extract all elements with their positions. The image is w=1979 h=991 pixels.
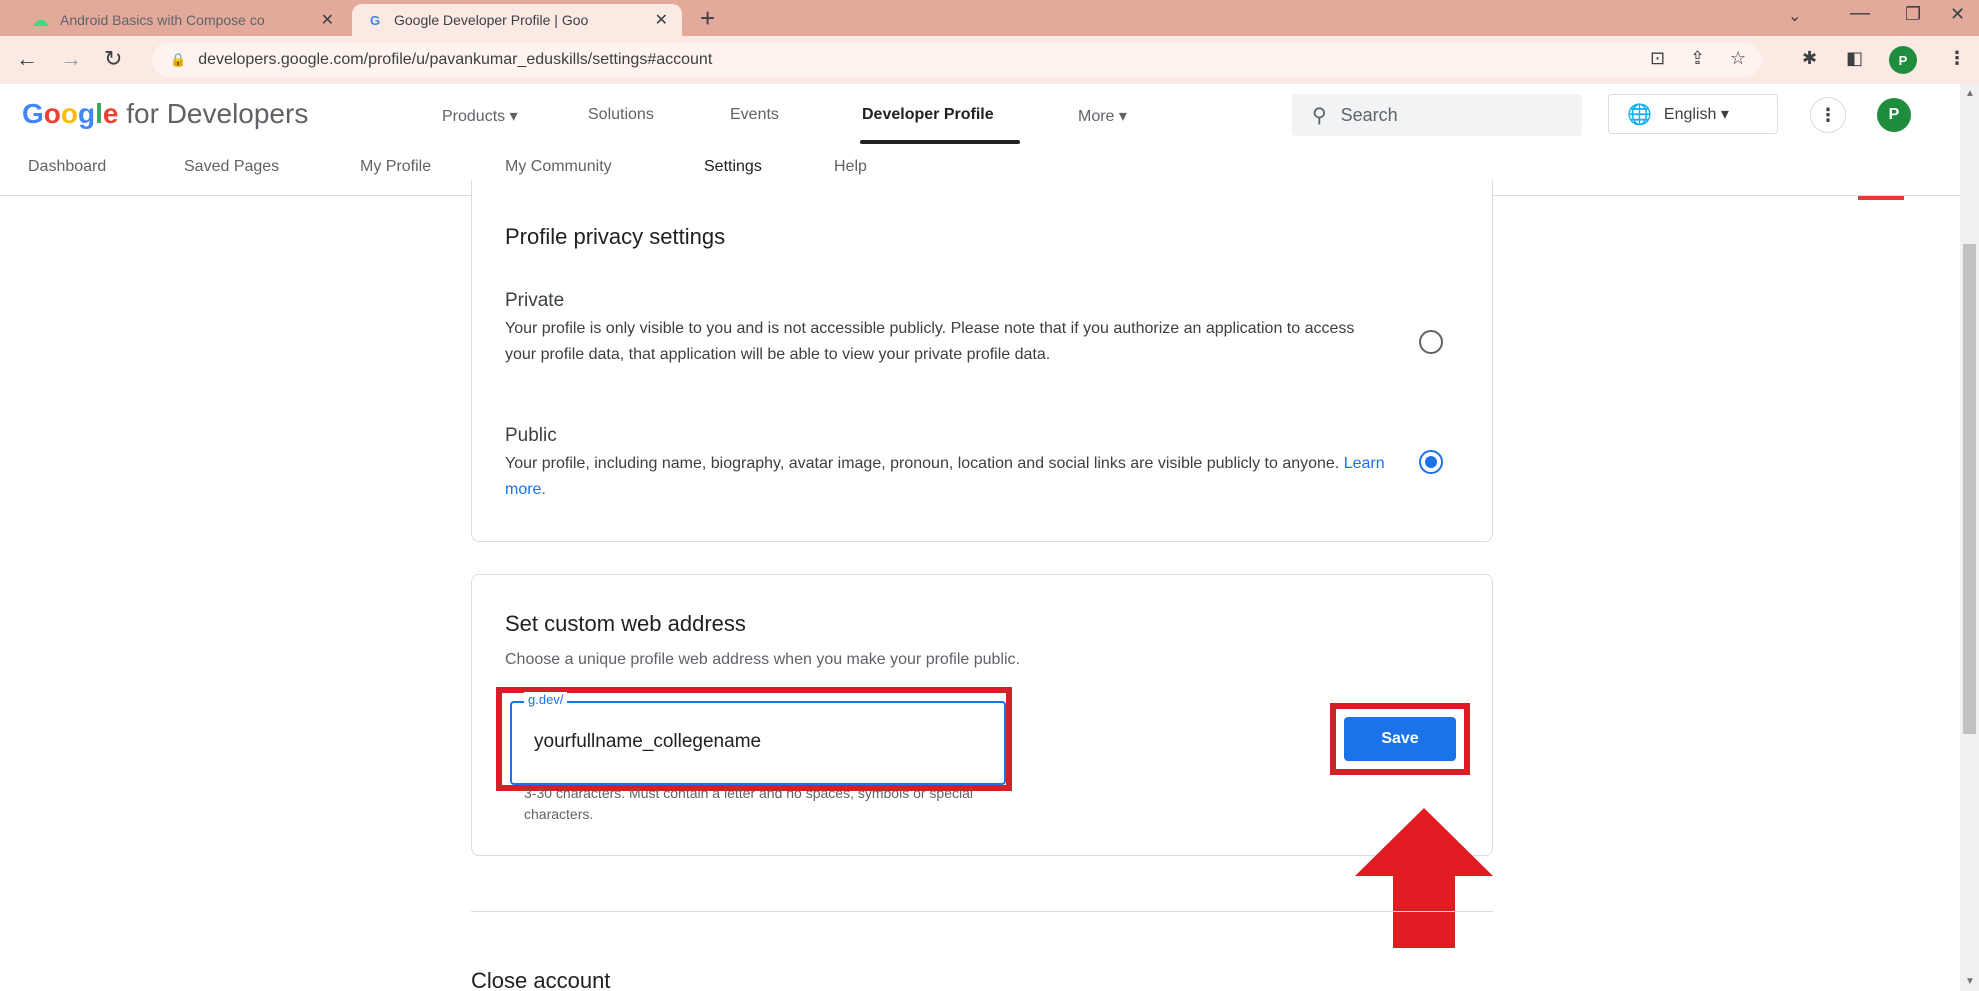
web-address-subtitle: Choose a unique profile web address when… (505, 651, 1020, 668)
web-address-title: Set custom web address (505, 611, 746, 636)
field-value: yourfullname_collegename (534, 731, 762, 752)
forward-arrow-icon[interactable]: → (60, 46, 82, 72)
extensions-icon[interactable]: ✱ (1802, 48, 1817, 69)
restore-icon[interactable]: ❐ (1905, 4, 1921, 25)
reload-icon[interactable]: ↻ (104, 46, 122, 72)
close-tab-icon[interactable]: ✕ (321, 10, 334, 30)
language-value: English ▾ (1663, 106, 1729, 123)
tab-dashboard[interactable]: Dashboard (28, 158, 106, 176)
field-hint: 3-30 characters. Must contain a letter a… (524, 785, 973, 822)
private-radio[interactable] (1419, 330, 1443, 354)
close-tab-icon[interactable]: ✕ (655, 10, 668, 30)
privacy-settings-title: Profile privacy settings (505, 224, 726, 249)
globe-icon: 🌐 (1627, 103, 1652, 126)
search-icon: ⚲ (1312, 104, 1327, 127)
lock-icon: 🔒 (170, 52, 187, 67)
tab-developer-profile[interactable]: G Google Developer Profile | Goo ✕ (352, 4, 682, 36)
public-option-label: Public (505, 425, 557, 446)
page-scrollbar[interactable]: ▲ ▼ (1960, 84, 1979, 991)
field-label: g.dev/ (524, 692, 568, 707)
scroll-up-icon[interactable]: ▲ (1965, 88, 1975, 99)
tab-title: Google Developer Profile | Goo (394, 12, 589, 28)
search-input[interactable]: ⚲ Search (1292, 94, 1582, 136)
android-icon (32, 11, 50, 29)
avatar[interactable]: P (1877, 98, 1911, 132)
back-arrow-icon[interactable]: ← (16, 46, 38, 72)
scroll-thumb[interactable] (1963, 244, 1976, 734)
private-option-label: Private (505, 290, 565, 311)
privacy-settings-card: Profile privacy settings Private Your pr… (471, 180, 1493, 542)
share-icon[interactable]: ⇪ (1690, 48, 1705, 69)
side-panel-icon[interactable]: ◧ (1846, 48, 1863, 69)
tab-my-profile[interactable]: My Profile (360, 158, 431, 176)
red-arrow-annotation (1355, 808, 1493, 948)
language-selector[interactable]: 🌐 English ▾ (1608, 94, 1778, 134)
nav-events[interactable]: Events (730, 106, 779, 124)
tab-title: Android Basics with Compose co (60, 12, 265, 28)
google-for-developers-logo[interactable]: Google for Developers (22, 98, 308, 130)
browser-menu-icon[interactable]: ⋮ (1948, 48, 1966, 69)
save-button[interactable]: Save (1344, 717, 1456, 761)
more-options-icon[interactable]: ⋮ (1810, 97, 1846, 133)
decorative-red-mark (1858, 196, 1904, 200)
browser-tab-strip: Android Basics with Compose co ✕ G Googl… (0, 0, 1979, 36)
tab-settings[interactable]: Settings (704, 158, 762, 176)
tab-help[interactable]: Help (834, 158, 867, 176)
tab-search-icon[interactable]: ⌄ (1788, 6, 1801, 26)
close-account-title: Close account (471, 968, 611, 991)
tab-my-community[interactable]: My Community (505, 158, 612, 176)
close-window-icon[interactable]: ✕ (1950, 4, 1965, 25)
browser-profile-avatar[interactable]: P (1889, 46, 1917, 74)
active-nav-indicator (860, 140, 1020, 144)
public-option-description: Your profile, including name, biography,… (505, 455, 1385, 498)
nav-solutions[interactable]: Solutions (588, 106, 654, 124)
tab-saved-pages[interactable]: Saved Pages (184, 158, 279, 176)
google-icon: G (369, 12, 381, 28)
url-text: developers.google.com/profile/u/pavankum… (198, 51, 713, 68)
private-option-description: Your profile is only visible to you and … (505, 320, 1355, 363)
bookmark-star-icon[interactable]: ☆ (1730, 48, 1746, 69)
minimize-icon[interactable]: — (1850, 2, 1870, 25)
tab-android-basics[interactable]: Android Basics with Compose co ✕ (18, 4, 348, 36)
nav-products[interactable]: Products ▾ (442, 106, 518, 126)
address-bar[interactable]: 🔒 developers.google.com/profile/u/pavank… (152, 43, 1762, 77)
search-placeholder: Search (1340, 104, 1398, 125)
web-address-input[interactable]: g.dev/ yourfullname_collegename (510, 692, 1006, 785)
section-divider (471, 911, 1493, 912)
install-app-icon[interactable]: ⊡ (1650, 48, 1665, 69)
new-tab-button[interactable]: + (700, 4, 715, 32)
scroll-down-icon[interactable]: ▼ (1965, 976, 1975, 987)
nav-more[interactable]: More ▾ (1078, 106, 1127, 126)
custom-web-address-card: Set custom web address Choose a unique p… (471, 574, 1493, 856)
public-radio[interactable] (1419, 450, 1443, 474)
nav-developer-profile[interactable]: Developer Profile (862, 106, 994, 124)
browser-toolbar: ← → ↻ 🔒 developers.google.com/profile/u/… (0, 36, 1979, 84)
